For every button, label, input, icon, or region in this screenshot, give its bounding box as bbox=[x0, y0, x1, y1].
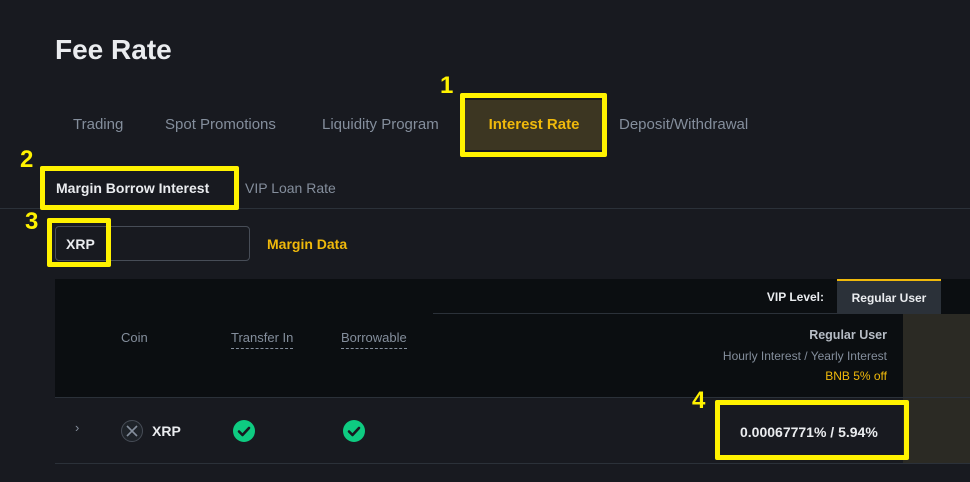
header-divider bbox=[433, 313, 903, 314]
tab-deposit-withdrawal[interactable]: Deposit/Withdrawal bbox=[619, 100, 748, 150]
highlight-box-4 bbox=[715, 400, 909, 460]
highlight-box-3 bbox=[47, 218, 111, 267]
column-header-rate-subtitle: Hourly Interest / Yearly Interest bbox=[722, 349, 887, 363]
column-strip bbox=[903, 314, 970, 464]
row-bottom-divider bbox=[55, 463, 970, 464]
borrowable-check-icon bbox=[343, 420, 365, 442]
tab-trading[interactable]: Trading bbox=[73, 100, 123, 150]
vip-level-row: VIP Level: Regular User bbox=[55, 279, 970, 314]
coin-name: XRP bbox=[152, 423, 181, 439]
tab-spot-promotions[interactable]: Spot Promotions bbox=[165, 100, 276, 150]
highlight-box-1 bbox=[460, 93, 607, 157]
page-title: Fee Rate bbox=[55, 34, 172, 65]
vip-level-label: VIP Level: bbox=[766, 290, 824, 304]
vip-level-regular-user-tab[interactable]: Regular User bbox=[837, 279, 941, 314]
annotation-number-4: 4 bbox=[692, 387, 706, 414]
margin-data-link[interactable]: Margin Data bbox=[267, 236, 347, 252]
column-header-regular-user: Regular User bbox=[809, 328, 887, 342]
chevron-right-icon[interactable]: › bbox=[75, 420, 79, 435]
transfer-in-check-icon bbox=[233, 420, 255, 442]
bnb-discount-note: BNB 5% off bbox=[825, 369, 887, 383]
annotation-number-1: 1 bbox=[440, 72, 454, 99]
highlight-box-2 bbox=[40, 166, 239, 210]
subtab-vip-loan-rate[interactable]: VIP Loan Rate bbox=[245, 168, 336, 208]
xrp-coin-icon bbox=[121, 420, 143, 442]
row-divider bbox=[55, 397, 970, 398]
annotation-number-2: 2 bbox=[20, 146, 34, 173]
annotation-number-3: 3 bbox=[25, 208, 39, 235]
tab-liquidity-program[interactable]: Liquidity Program bbox=[322, 100, 439, 150]
